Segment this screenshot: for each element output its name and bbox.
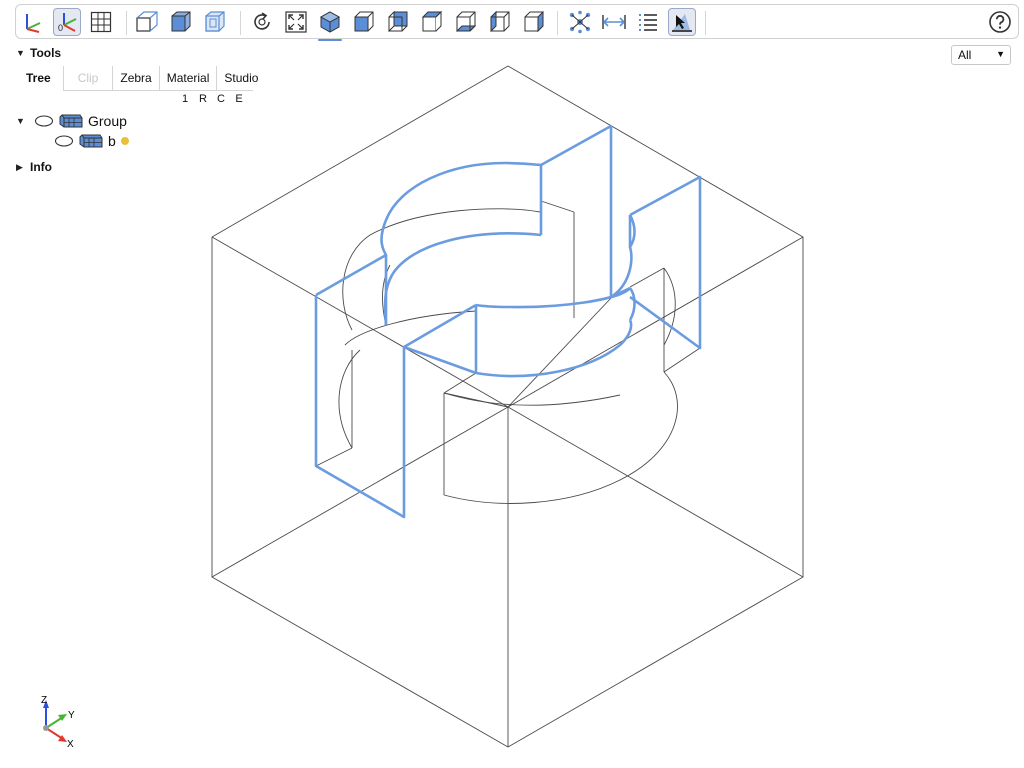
axis-z-label: Z <box>41 695 47 706</box>
axis-y-label: Y <box>68 710 75 721</box>
orientation-gizmo: Z Y X <box>41 695 75 750</box>
axis-x-label: X <box>67 739 74 750</box>
viewport-canvas[interactable]: Z Y X <box>0 0 1024 768</box>
